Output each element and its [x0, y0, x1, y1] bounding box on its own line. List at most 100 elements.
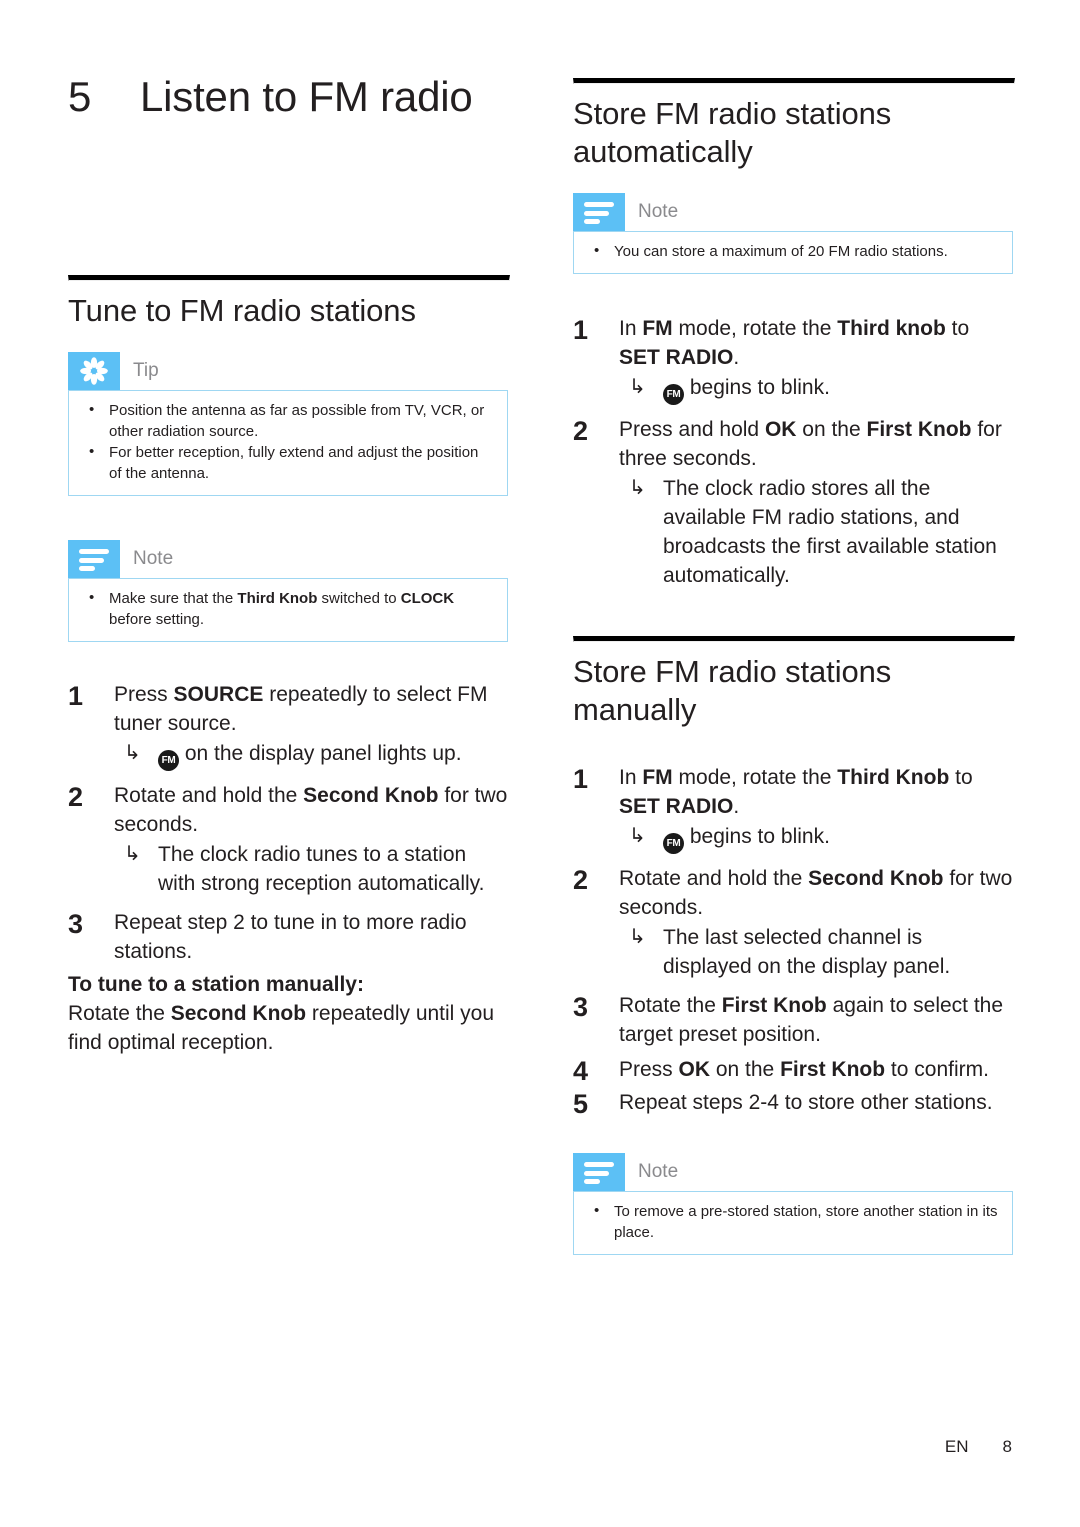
note-callout-label: Note [638, 201, 679, 222]
footer-page-number: 8 [1002, 1437, 1012, 1456]
substep-arrow-icon: ↳ [629, 825, 646, 847]
list-item: 2 Rotate and hold the Second Knob for tw… [573, 864, 1013, 981]
substep-arrow-icon: ↳ [629, 376, 646, 398]
list-item: 2 Press and hold OK on the First Knob fo… [573, 415, 1013, 590]
document-page: 5 Listen to FM radio Tune to FM radio st… [0, 0, 1080, 1527]
step-body: Rotate and hold the Second Knob for two … [619, 864, 1013, 981]
step-number: 2 [573, 865, 589, 895]
list-item: 3 Repeat step 2 to tune in to more radio… [68, 908, 508, 966]
text-run-bold: First Knob [721, 994, 827, 1017]
note-bullet-list: To remove a pre-stored station, store an… [588, 1200, 998, 1243]
text-run: Rotate and hold the [619, 867, 809, 890]
note-callout-remove-station: Note To remove a pre-stored station, sto… [573, 1153, 1013, 1255]
substep: ↳ FM begins to blink. [619, 373, 1013, 405]
note-callout-label: Note [638, 1161, 679, 1182]
manual-tune-body: Rotate the Second Knob repeatedly until … [68, 999, 508, 1057]
note-bullet-list: You can store a maximum of 20 FM radio s… [588, 240, 998, 262]
step-number: 3 [68, 909, 84, 939]
step-number: 1 [68, 681, 84, 711]
step-number: 2 [68, 782, 84, 812]
text-run-bold: Second Knob [808, 867, 944, 890]
fm-badge-icon: FM [663, 384, 684, 405]
text-run: mode, rotate the [672, 766, 838, 789]
substep: ↳ FM on the display panel lights up. [114, 739, 508, 771]
list-item: Make sure that the Third Knob switched t… [83, 587, 493, 630]
text-run: before setting. [109, 611, 205, 628]
note-callout-clock: Note Make sure that the Third Knob switc… [68, 540, 508, 642]
substep: ↳ The clock radio stores all the availab… [619, 474, 1013, 590]
text-run-bold: SET RADIO [619, 795, 734, 818]
note-lines-icon [68, 540, 120, 578]
text-run: Press and hold [619, 418, 765, 441]
step-number: 2 [573, 416, 589, 446]
substep-text: The last selected channel is displayed o… [663, 926, 951, 978]
step-body: Press and hold OK on the First Knob for … [619, 415, 1013, 590]
substep-text: The clock radio tunes to a station with … [158, 843, 485, 895]
text-run: Press [114, 683, 174, 706]
text-run: to [945, 317, 970, 340]
page-footer: EN 8 [0, 1437, 1080, 1457]
note-callout-label: Note [133, 548, 174, 569]
step-number: 1 [573, 764, 589, 794]
section-rule [68, 275, 510, 281]
left-column: Tune to FM radio stations Tip • Position… [68, 275, 510, 1057]
list-item: For better reception, fully extend and a… [83, 441, 493, 484]
text-run: on the [710, 1058, 781, 1081]
substep-text: FM on the display panel lights up. [158, 739, 508, 771]
text-run-bold: Third knob [837, 317, 946, 340]
substep: ↳ FM begins to blink. [619, 822, 1013, 854]
text-run: Press [619, 1058, 679, 1081]
fm-badge-icon: FM [158, 750, 179, 771]
text-run-bold: SOURCE [173, 683, 264, 706]
tip-callout-header: Tip [68, 352, 508, 390]
text-run-bold: FM [642, 317, 673, 340]
text-run: . [733, 795, 740, 818]
text-run: Rotate the [619, 994, 722, 1017]
note-callout-max-stations: Note You can store a maximum of 20 FM ra… [573, 193, 1013, 274]
asterisk-icon [68, 352, 120, 390]
substep-arrow-icon: ↳ [124, 742, 141, 764]
text-run-bold: Second Knob [303, 784, 439, 807]
text-run: begins to blink. [684, 376, 830, 399]
text-run: In [619, 317, 643, 340]
list-item: 3 Rotate the First Knob again to select … [573, 991, 1013, 1049]
substep-text: The clock radio stores all the available… [663, 477, 997, 587]
text-run: Rotate the [68, 1002, 171, 1025]
step-body: Press OK on the First Knob to confirm. [619, 1055, 1013, 1084]
text-run: mode, rotate the [672, 317, 838, 340]
section-heading-tune: Tune to FM radio stations [68, 293, 416, 328]
note-callout-header: Note [68, 540, 508, 578]
substep-text: FM begins to blink. [663, 822, 1013, 854]
text-run-bold: SET RADIO [619, 346, 734, 369]
note-callout-body: Make sure that the Third Knob switched t… [68, 578, 508, 642]
text-run-bold: CLOCK [400, 590, 455, 607]
text-run: In [619, 766, 643, 789]
fm-badge-icon: FM [663, 833, 684, 854]
step-body: Rotate and hold the Second Knob for two … [114, 781, 508, 898]
text-run-bold: First Knob [780, 1058, 886, 1081]
step-number: 4 [573, 1056, 589, 1086]
store-auto-steps-list: 1 In FM mode, rotate the Third knob to S… [573, 314, 1013, 590]
section-heading-store-manual: Store FM radio stations manually [573, 654, 892, 727]
list-item: You can store a maximum of 20 FM radio s… [588, 240, 998, 262]
note-callout-body: You can store a maximum of 20 FM radio s… [573, 231, 1013, 274]
step-body: In FM mode, rotate the Third knob to SET… [619, 314, 1013, 405]
list-item: Position the antenna as far as possible … [83, 399, 493, 442]
tip-callout-label: Tip [133, 360, 159, 381]
text-run: . [733, 346, 740, 369]
section-heading-store-auto: Store FM radio stations automatically [573, 96, 892, 169]
note-bullet-list: Make sure that the Third Knob switched t… [83, 587, 493, 630]
substep-text: FM begins to blink. [663, 373, 1013, 405]
section-rule [573, 636, 1015, 642]
note-callout-body: To remove a pre-stored station, store an… [573, 1191, 1013, 1255]
step-number: 5 [573, 1089, 589, 1119]
step-body: Press SOURCE repeatedly to select FM tun… [114, 680, 508, 771]
step-number: 3 [573, 992, 589, 1022]
substep-arrow-icon: ↳ [629, 926, 646, 948]
substep-arrow-icon: ↳ [629, 477, 646, 499]
store-manual-steps-list: 1 In FM mode, rotate the Third Knob to S… [573, 763, 1013, 1119]
substep: ↳ The clock radio tunes to a station wit… [114, 840, 508, 898]
section-rule [573, 78, 1015, 84]
note-callout-header: Note [573, 1153, 1013, 1191]
text-run-bold: Second Knob [170, 1002, 307, 1025]
